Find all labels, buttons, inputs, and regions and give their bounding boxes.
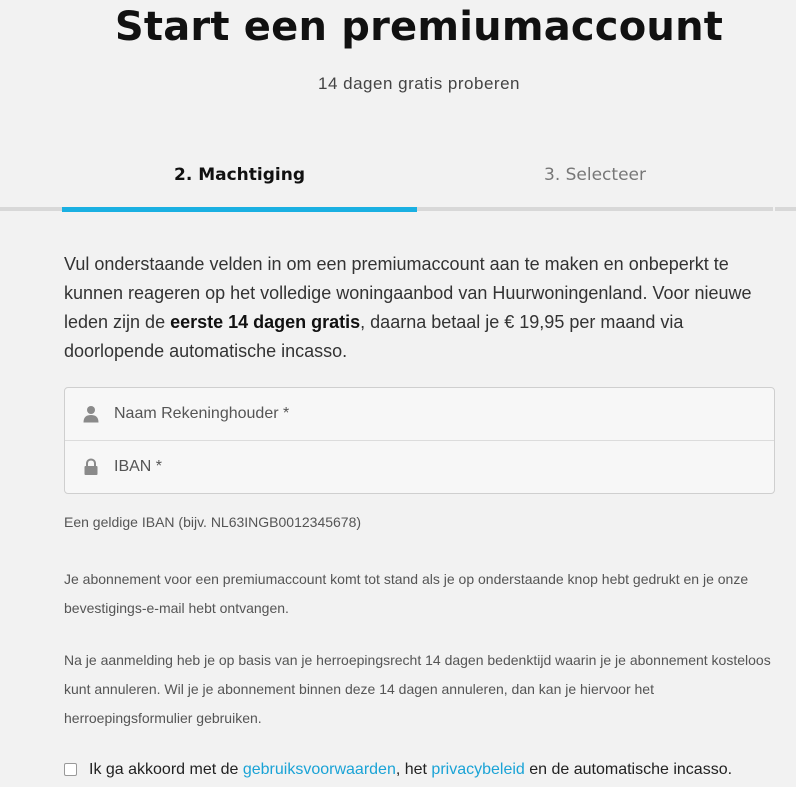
step-tab-machtiging[interactable]: 2. Machtiging — [62, 150, 417, 200]
iban-field — [65, 441, 774, 493]
intro-text: Vul onderstaande velden in om een premiu… — [64, 250, 779, 366]
user-icon — [83, 405, 99, 423]
terms-checkbox[interactable] — [64, 763, 77, 776]
step-active-indicator — [62, 207, 417, 212]
intro-highlight: eerste 14 dagen gratis — [170, 312, 361, 332]
account-holder-field — [65, 388, 774, 440]
terms-label-suffix: en de automatische incasso. — [524, 761, 733, 778]
page-subtitle: 14 dagen gratis proberen — [318, 74, 520, 93]
terms-agreement: Ik ga akkoord met de gebruiksvoorwaarden… — [64, 756, 784, 784]
account-holder-input[interactable] — [114, 388, 754, 440]
terms-label-middle: , het — [395, 761, 432, 778]
step-navigation: 2. Machtiging 3. Selecteer — [0, 150, 796, 212]
account-form — [64, 387, 775, 494]
withdrawal-note: Na je aanmelding heb je op basis van je … — [64, 652, 771, 726]
terms-label: Ik ga akkoord met de gebruiksvoorwaarden… — [89, 756, 732, 784]
lock-icon — [83, 458, 99, 476]
iban-hint: Een geldige IBAN (bijv. NL63INGB00123456… — [64, 514, 362, 530]
step-tab-selecteer[interactable]: 3. Selecteer — [417, 150, 773, 200]
terms-link[interactable]: gebruiksvoorwaarden — [243, 761, 396, 778]
terms-label-prefix: Ik ga akkoord met de — [89, 761, 243, 778]
iban-input[interactable] — [114, 441, 754, 493]
page-title: Start een premiumaccount — [114, 4, 724, 50]
privacy-link[interactable]: privacybeleid — [431, 761, 524, 778]
subscription-note: Je abonnement voor een premiumaccount ko… — [64, 571, 749, 616]
